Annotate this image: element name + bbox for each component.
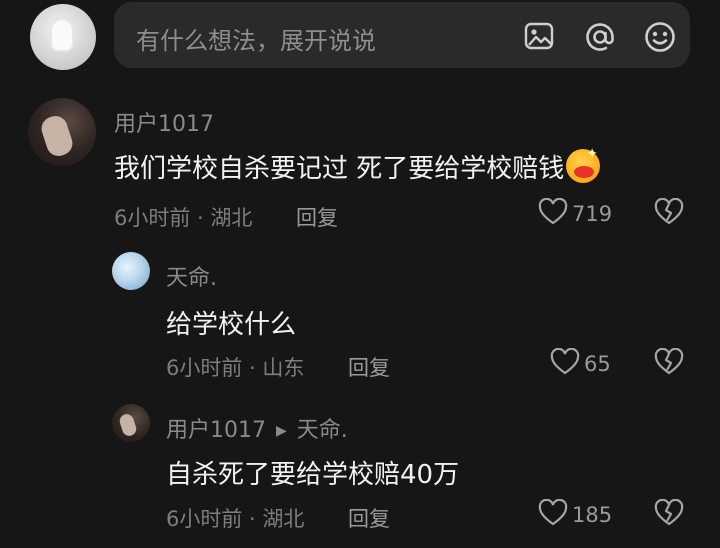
like-count: 65 xyxy=(584,352,611,376)
comment-username[interactable]: 用户1017 xyxy=(166,418,266,443)
at-mention-icon[interactable] xyxy=(584,21,614,51)
comment-body: 我们学校自杀要记过 死了要给学校赔钱 xyxy=(114,154,565,184)
image-icon[interactable] xyxy=(524,21,554,51)
reply-arrow-icon: ▶ xyxy=(276,423,287,439)
comment-time-location: 6小时前 · 湖北 xyxy=(166,507,305,531)
current-user-avatar[interactable] xyxy=(30,4,96,70)
reply-button[interactable]: 回复 xyxy=(296,202,338,232)
reply-button[interactable]: 回复 xyxy=(348,503,390,533)
like-icon[interactable] xyxy=(538,499,568,527)
emoji-icon[interactable] xyxy=(644,21,675,52)
like-icon[interactable] xyxy=(550,348,580,376)
reply-to-username[interactable]: 天命. xyxy=(297,418,348,443)
comment-input-placeholder[interactable]: 有什么想法，展开说说 xyxy=(136,21,376,56)
avatar[interactable] xyxy=(112,404,150,442)
comment-username[interactable]: 用户1017 xyxy=(114,106,214,138)
comment-text: 我们学校自杀要记过 死了要给学校赔钱 ✦ xyxy=(114,146,601,185)
like-count: 185 xyxy=(572,503,613,527)
like-icon[interactable] xyxy=(538,198,568,226)
comment-time-location: 6小时前 · 山东 xyxy=(166,356,305,380)
avatar[interactable] xyxy=(112,252,150,290)
kiss-emoji-icon: ✦ xyxy=(566,146,601,183)
reply-button[interactable]: 回复 xyxy=(348,352,390,382)
avatar[interactable] xyxy=(28,98,96,166)
dislike-icon[interactable] xyxy=(654,348,684,376)
comment-body: 自杀死了要给学校赔40万 xyxy=(166,460,460,490)
dislike-icon[interactable] xyxy=(654,198,684,226)
dislike-icon[interactable] xyxy=(654,499,684,527)
comment-username[interactable]: 天命. xyxy=(166,260,217,292)
like-count: 719 xyxy=(572,202,613,226)
reply-header: 用户1017 ▶ 天命. xyxy=(166,412,348,444)
comment-time-location: 6小时前 · 湖北 xyxy=(114,206,253,230)
comment-body: 给学校什么 xyxy=(166,310,297,340)
